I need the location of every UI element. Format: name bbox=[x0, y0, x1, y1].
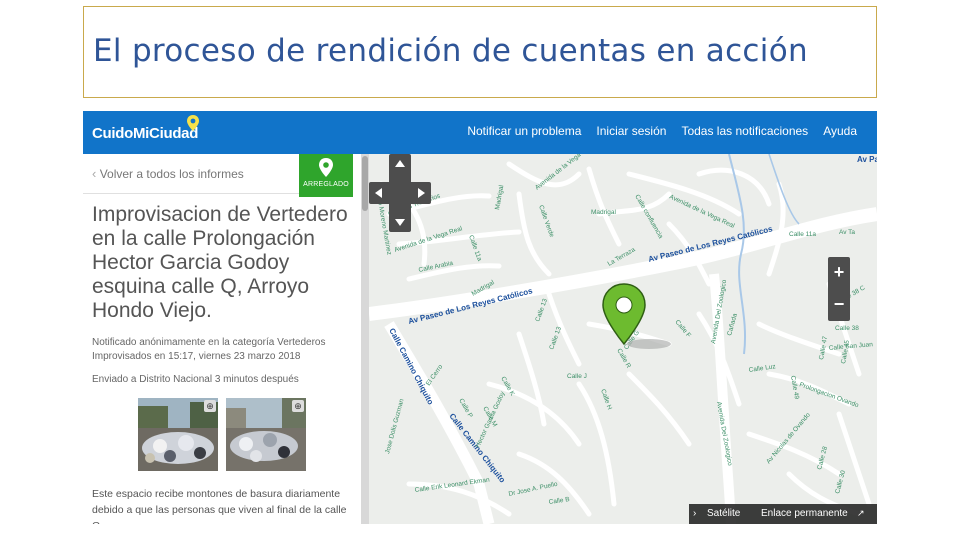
back-row: ‹ Volver a todos los informes bbox=[83, 154, 299, 194]
title-box: El proceso de rendición de cuentas en ac… bbox=[83, 6, 877, 98]
map-street-label: Av Ta bbox=[839, 229, 855, 236]
satellite-toggle[interactable]: Satélite bbox=[707, 508, 740, 519]
report-meta-reported: Notificado anónimamente en la categoría … bbox=[92, 337, 326, 362]
app-screenshot: CuidoMiCiudad Notificar un problema Inic… bbox=[83, 111, 877, 524]
map-street-label: Calle 11a bbox=[789, 231, 816, 238]
sidebar-scrollbar[interactable] bbox=[361, 154, 369, 524]
map-view[interactable]: Av Paseo de Los Reyes Católicos Av Paseo… bbox=[369, 154, 877, 524]
zoom-in-icon[interactable]: ⊕ bbox=[292, 400, 304, 412]
fixed-status-badge: ARREGLADO bbox=[299, 154, 353, 197]
status-badge-label: ARREGLADO bbox=[303, 181, 349, 188]
map-pin-icon bbox=[319, 158, 333, 177]
report-meta-sent: Enviado a Distrito Nacional 3 minutos de… bbox=[92, 374, 299, 385]
link-icon: ↗ bbox=[857, 508, 865, 518]
permalink-link[interactable]: Enlace permanente bbox=[761, 508, 848, 519]
map-canvas[interactable]: Av Paseo de Los Reyes Católicos Av Paseo… bbox=[369, 154, 877, 524]
map-road-label: Av Pas bbox=[857, 155, 877, 164]
top-navbar: CuidoMiCiudad Notificar un problema Inic… bbox=[83, 111, 877, 154]
nav-login[interactable]: Iniciar sesión bbox=[596, 124, 666, 138]
report-photo-1[interactable]: ⊕ bbox=[138, 398, 218, 471]
map-zoom-control: + − bbox=[828, 257, 850, 321]
zoom-in-icon[interactable]: ⊕ bbox=[204, 400, 216, 412]
back-link-label: Volver a todos los informes bbox=[99, 167, 244, 181]
scrollbar-thumb[interactable] bbox=[362, 156, 368, 211]
nav-all-reports[interactable]: Todas las notificaciones bbox=[681, 124, 808, 138]
main-nav: Notificar un problema Iniciar sesión Tod… bbox=[467, 124, 857, 138]
back-link[interactable]: ‹ Volver a todos los informes bbox=[92, 166, 244, 181]
nav-help[interactable]: Ayuda bbox=[823, 124, 857, 138]
map-pan-control[interactable] bbox=[369, 154, 431, 232]
map-zoom-out-button[interactable]: − bbox=[828, 289, 850, 321]
report-photo-2[interactable]: ⊕ bbox=[226, 398, 306, 471]
report-sidebar: ‹ Volver a todos los informes ARREGLADO … bbox=[83, 154, 361, 524]
chevron-left-icon: ‹ bbox=[92, 166, 97, 181]
map-street-label: Calle J bbox=[567, 373, 587, 380]
report-title: Improvisacion de Vertedero en la calle P… bbox=[92, 203, 348, 322]
nav-report-problem[interactable]: Notificar un problema bbox=[467, 124, 581, 138]
slide: El proceso de rendición de cuentas en ac… bbox=[0, 0, 960, 540]
report-description: Este espacio recibe montones de basura d… bbox=[92, 488, 347, 524]
map-zoom-in-button[interactable]: + bbox=[828, 257, 850, 289]
slide-title: El proceso de rendición de cuentas en ac… bbox=[93, 33, 808, 69]
chevron-right-icon: › bbox=[693, 508, 697, 519]
app-logo[interactable]: CuidoMiCiudad bbox=[92, 125, 198, 142]
map-street-label: Madrigal bbox=[591, 209, 616, 216]
map-footer-bar: › Satélite Enlace permanente ↗ bbox=[689, 504, 877, 524]
logo-pin-icon bbox=[187, 115, 199, 131]
map-street-label: Calle 38 bbox=[835, 325, 859, 332]
